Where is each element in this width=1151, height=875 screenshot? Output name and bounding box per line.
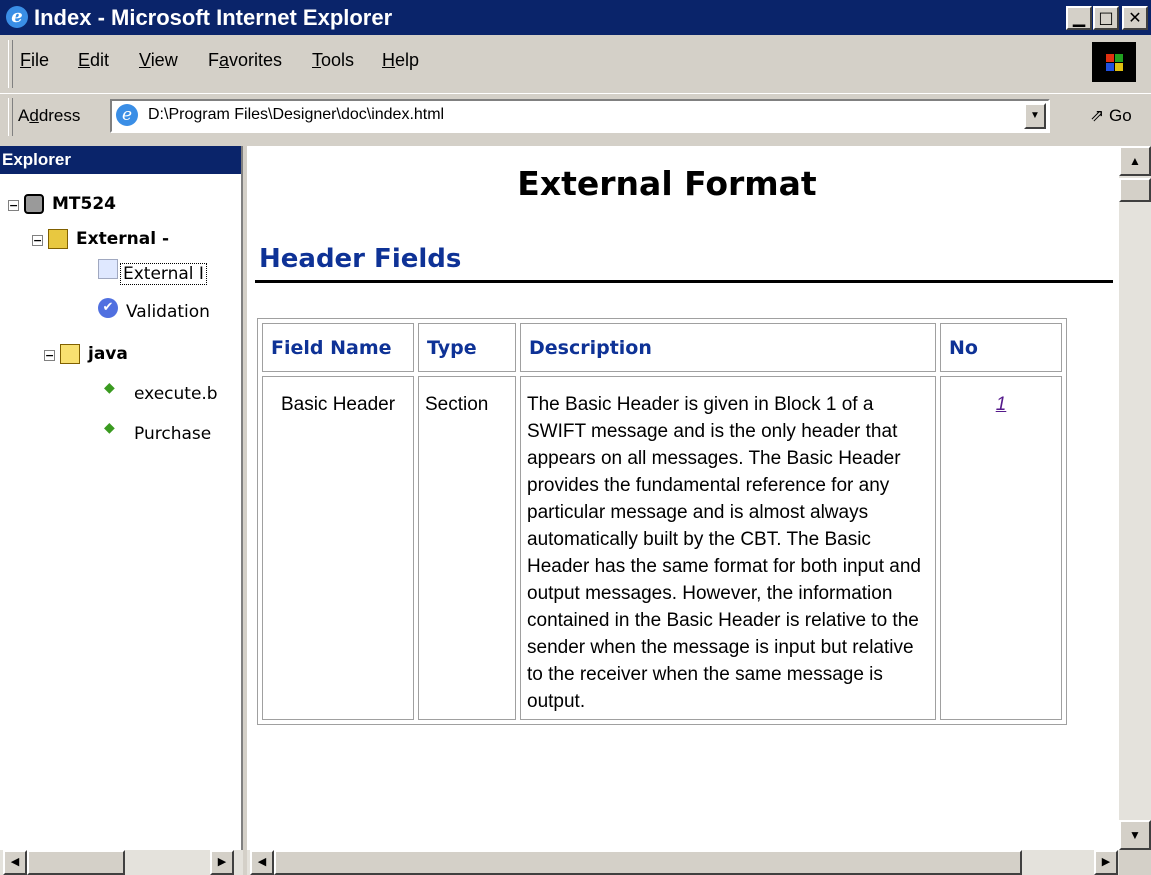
- menu-edit[interactable]: Edit: [78, 50, 109, 71]
- ie-logo-icon: e: [6, 6, 28, 28]
- maximize-icon: □: [1098, 8, 1114, 27]
- scroll-up-button[interactable]: ▲: [1119, 146, 1151, 176]
- scroll-corner: [1119, 850, 1151, 875]
- minimize-button[interactable]: ▁: [1066, 6, 1092, 30]
- heading-rule: [255, 280, 1113, 283]
- section-heading: Header Fields: [259, 244, 462, 274]
- address-dropdown-button[interactable]: ▼: [1024, 103, 1046, 129]
- folder-icon: [60, 344, 80, 364]
- explorer-pane: Explorer − MT524 − External - External I…: [0, 146, 243, 850]
- maximize-button[interactable]: □: [1093, 6, 1119, 30]
- content-pane: External Format Header Fields Field Name…: [247, 146, 1119, 850]
- address-label: Address: [18, 106, 81, 125]
- window-title-bar[interactable]: e Index - Microsoft Internet Explorer ▁ …: [0, 0, 1151, 35]
- column-header: No: [940, 323, 1062, 372]
- close-button[interactable]: ✕: [1122, 6, 1148, 30]
- database-icon: [24, 194, 44, 214]
- envelope-icon: [98, 259, 118, 279]
- arrow-left-icon: ◀: [10, 856, 20, 868]
- explorer-scroll-right-button[interactable]: ▶: [210, 850, 234, 875]
- arrow-up-icon: ▲: [1129, 154, 1141, 168]
- field-number-link[interactable]: 1: [996, 394, 1007, 415]
- arrow-right-icon: ▶: [217, 856, 227, 868]
- close-icon: ✕: [1128, 8, 1142, 27]
- address-grip[interactable]: [8, 98, 13, 136]
- type-cell: Section: [418, 376, 516, 720]
- collapse-icon[interactable]: −: [8, 200, 19, 211]
- toolbar-grip[interactable]: [8, 40, 13, 88]
- windows-logo-icon: [1092, 42, 1136, 82]
- content-scroll-left-button[interactable]: ◀: [250, 850, 274, 875]
- description-cell: The Basic Header is given in Block 1 of …: [520, 376, 936, 720]
- collapse-icon[interactable]: −: [32, 235, 43, 246]
- address-input[interactable]: e D:\Program Files\Designer\doc\index.ht…: [110, 99, 1050, 133]
- table-header-row: Field Name Type Description No: [262, 323, 1062, 372]
- chevron-down-icon: ▼: [1030, 110, 1040, 121]
- explorer-header: Explorer: [0, 146, 241, 174]
- header-fields-table: Field Name Type Description No Basic Hea…: [257, 318, 1067, 725]
- content-scroll-right-button[interactable]: ▶: [1094, 850, 1118, 875]
- menu-favorites[interactable]: Favorites: [208, 50, 282, 71]
- gear-folder-icon: [48, 229, 68, 249]
- arrow-left-icon: ◀: [257, 856, 267, 868]
- field-name-cell: Basic Header: [262, 376, 414, 720]
- check-circle-icon: ✔: [98, 298, 118, 318]
- scroll-thumb[interactable]: [1119, 178, 1151, 202]
- scroll-down-button[interactable]: ▼: [1119, 820, 1151, 850]
- explorer-scroll-thumb[interactable]: [27, 850, 125, 875]
- collapse-icon[interactable]: −: [44, 350, 55, 361]
- minimize-icon: ▁: [1072, 8, 1086, 27]
- arrow-down-icon: ▼: [1129, 828, 1141, 842]
- column-header: Field Name: [262, 323, 414, 372]
- number-cell: 1: [940, 376, 1062, 720]
- page-icon: e: [116, 104, 138, 126]
- vertical-scrollbar[interactable]: ▲ ▼: [1119, 146, 1151, 850]
- menu-view[interactable]: View: [139, 50, 178, 71]
- menu-tools[interactable]: Tools: [312, 50, 354, 71]
- address-value[interactable]: D:\Program Files\Designer\doc\index.html: [148, 106, 444, 124]
- column-header: Type: [418, 323, 516, 372]
- menu-file[interactable]: File: [20, 50, 49, 71]
- window-title: Index - Microsoft Internet Explorer: [34, 5, 393, 30]
- table-row: Basic Header Section The Basic Header is…: [262, 376, 1062, 720]
- menu-help[interactable]: Help: [382, 50, 419, 71]
- diamond-icon: ◆: [104, 380, 115, 396]
- go-arrow-icon: ⇗: [1090, 106, 1105, 125]
- column-header: Description: [520, 323, 936, 372]
- page-title: External Format: [517, 164, 817, 203]
- diamond-icon: ◆: [104, 420, 115, 436]
- explorer-scroll-left-button[interactable]: ◀: [3, 850, 27, 875]
- content-scroll-thumb[interactable]: [274, 850, 1022, 875]
- go-button[interactable]: ⇗ Go: [1090, 106, 1132, 126]
- arrow-right-icon: ▶: [1101, 856, 1111, 868]
